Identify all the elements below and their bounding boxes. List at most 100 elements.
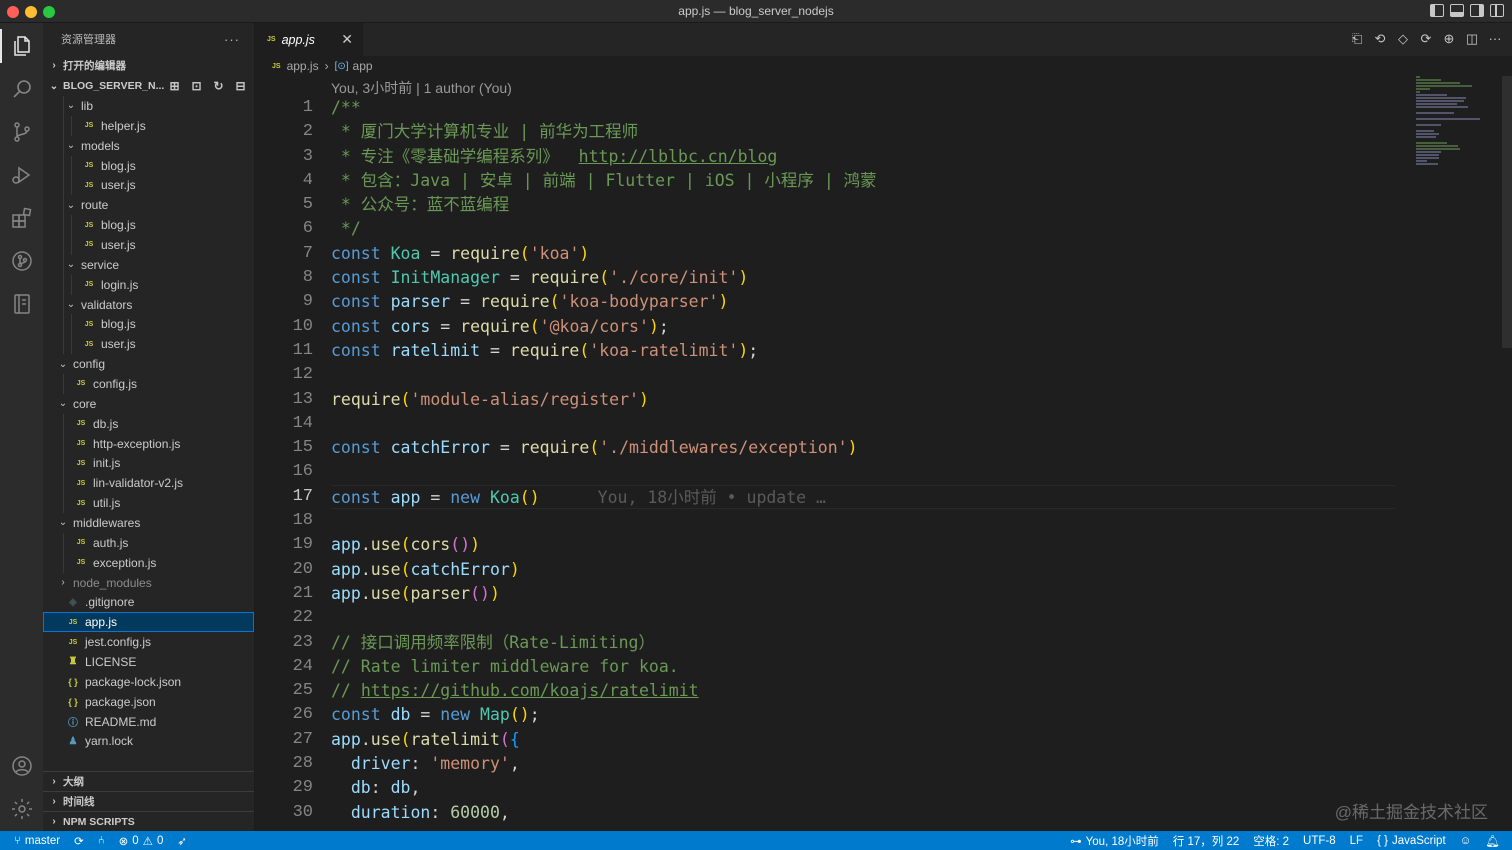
minimap[interactable] bbox=[1416, 76, 1498, 186]
code-line[interactable]: const InitManager = require('./core/init… bbox=[331, 266, 1395, 290]
source-control-icon[interactable] bbox=[0, 111, 43, 153]
tree-file[interactable]: JS init.js bbox=[43, 453, 254, 474]
tree-file[interactable]: JS auth.js bbox=[43, 532, 254, 553]
code-editor[interactable]: You, 3小时前 | 1 author (You) 1 2 3 4 5 6 7 8 9 10 11… bbox=[255, 76, 1512, 831]
tree-file[interactable]: ◈ .gitignore bbox=[43, 592, 254, 612]
tree-file[interactable]: { } package.json bbox=[43, 692, 254, 712]
code-line[interactable]: const Koa = require('koa') bbox=[331, 242, 1395, 266]
live-share-icon[interactable]: ➶ bbox=[177, 834, 187, 848]
tree-file[interactable]: JS blog.js bbox=[43, 215, 254, 236]
code-line[interactable]: duration: 60000, bbox=[331, 801, 1395, 825]
git-graph-icon[interactable]: ⑃ bbox=[98, 835, 105, 847]
code-line[interactable]: */ bbox=[331, 217, 1395, 241]
code-line[interactable] bbox=[331, 363, 1395, 387]
tree-file[interactable]: JS exception.js bbox=[43, 552, 254, 573]
branch-indicator[interactable]: ⑂ master bbox=[14, 835, 60, 847]
code-line[interactable]: require('module-alias/register') bbox=[331, 388, 1395, 412]
previous-change-icon[interactable]: ◇ bbox=[1396, 31, 1410, 47]
code-line[interactable]: const cors = require('@koa/cors'); bbox=[331, 315, 1395, 339]
run-debug-icon[interactable] bbox=[0, 154, 43, 196]
git-history-icon[interactable] bbox=[0, 240, 43, 282]
tree-folder[interactable]: ⌄ config bbox=[43, 354, 254, 374]
notifications-bell-icon[interactable]: 🔔︎ bbox=[1485, 834, 1500, 848]
cursor-position[interactable]: 行 17，列 22 bbox=[1173, 833, 1239, 849]
code-line[interactable]: /** bbox=[331, 96, 1395, 120]
code-line[interactable] bbox=[331, 509, 1395, 533]
toggle-primary-sidebar-icon[interactable] bbox=[1430, 4, 1444, 17]
code-line[interactable]: * 公众号：蓝不蓝编程 bbox=[331, 193, 1395, 217]
go-back-icon[interactable]: ⟲ bbox=[1373, 31, 1387, 47]
tree-file[interactable]: JS config.js bbox=[43, 374, 254, 394]
code-line[interactable]: // Rate limiter middleware for koa. bbox=[331, 655, 1395, 679]
toggle-secondary-sidebar-icon[interactable] bbox=[1470, 4, 1484, 17]
customize-layout-icon[interactable] bbox=[1490, 4, 1504, 17]
codelens-author[interactable]: You, 3小时前 | 1 author (You) bbox=[331, 78, 512, 98]
new-file-icon[interactable]: ⊞ bbox=[167, 79, 182, 93]
outline-section[interactable]: › 大纲 bbox=[43, 771, 254, 791]
code-line[interactable]: * 厦门大学计算机专业 | 前华为工程师 bbox=[331, 120, 1395, 144]
toggle-panel-icon[interactable] bbox=[1450, 4, 1464, 17]
tree-folder[interactable]: ⌄ core bbox=[43, 394, 254, 414]
collapse-all-icon[interactable]: ⊟ bbox=[233, 79, 248, 93]
refresh-icon[interactable]: ↻ bbox=[211, 79, 226, 93]
tree-folder[interactable]: ⌄ service bbox=[43, 254, 254, 275]
open-editors-section[interactable]: › 打开的编辑器 bbox=[43, 55, 254, 75]
tree-file[interactable]: ⓘ README.md bbox=[43, 712, 254, 732]
tree-file[interactable]: JS http-exception.js bbox=[43, 433, 254, 454]
git-lens-icon[interactable]: ⊕ bbox=[1442, 31, 1456, 47]
tree-file[interactable]: JS login.js bbox=[43, 274, 254, 295]
code-line[interactable]: driver: 'memory', bbox=[331, 752, 1395, 776]
explorer-icon[interactable] bbox=[0, 25, 43, 67]
code-line[interactable] bbox=[331, 412, 1395, 436]
code-line[interactable]: const db = new Map(); bbox=[331, 703, 1395, 727]
more-actions-icon[interactable]: ··· bbox=[1488, 31, 1502, 47]
feedback-icon[interactable]: ☺ bbox=[1460, 835, 1472, 847]
tree-file[interactable]: JS user.js bbox=[43, 235, 254, 255]
language-mode[interactable]: { } JavaScript bbox=[1377, 835, 1446, 847]
problems-indicator[interactable]: ⊗ 0 ⚠ 0 bbox=[119, 834, 164, 848]
tree-file[interactable]: ♜ LICENSE bbox=[43, 652, 254, 672]
tree-file[interactable]: JS lin-validator-v2.js bbox=[43, 473, 254, 494]
search-icon[interactable] bbox=[0, 68, 43, 110]
open-changes-icon[interactable]: ⎗ bbox=[1350, 31, 1364, 47]
indentation[interactable]: 空格: 2 bbox=[1253, 833, 1289, 849]
npm-scripts-section[interactable]: › NPM SCRIPTS bbox=[43, 811, 254, 831]
split-editor-icon[interactable]: ◫ bbox=[1465, 31, 1479, 47]
sync-icon[interactable]: ⟳ bbox=[74, 834, 84, 848]
code-line[interactable]: app.use(parser()) bbox=[331, 582, 1395, 606]
tree-file[interactable]: JS user.js bbox=[43, 334, 254, 355]
settings-gear-icon[interactable] bbox=[0, 788, 43, 830]
more-actions-icon[interactable]: ··· bbox=[224, 32, 240, 47]
code-line[interactable]: * 包含：Java | 安卓 | 前端 | Flutter | iOS | 小程… bbox=[331, 169, 1395, 193]
project-section[interactable]: ⌄ BLOG_SERVER_N... ⊞ ⊡ ↻ ⊟ bbox=[43, 76, 254, 96]
close-icon[interactable]: ✕ bbox=[341, 31, 353, 48]
code-line[interactable]: // https://github.com/koajs/ratelimit bbox=[331, 679, 1395, 703]
tree-folder[interactable]: › node_modules bbox=[43, 573, 254, 593]
tree-folder[interactable]: ⌄ route bbox=[43, 195, 254, 216]
code-line[interactable]: const parser = require('koa-bodyparser') bbox=[331, 290, 1395, 314]
code-lines[interactable]: /** * 厦门大学计算机专业 | 前华为工程师 * 专注《零基础学编程系列》 … bbox=[331, 96, 1395, 825]
encoding[interactable]: UTF-8 bbox=[1303, 835, 1336, 847]
next-change-icon[interactable]: ⟳ bbox=[1419, 31, 1433, 47]
end-of-line[interactable]: LF bbox=[1350, 835, 1363, 847]
tree-folder[interactable]: ⌄ lib bbox=[43, 96, 254, 116]
code-line[interactable]: app.use(cors()) bbox=[331, 533, 1395, 557]
tree-file[interactable]: JS util.js bbox=[43, 493, 254, 514]
tree-file[interactable]: JS blog.js bbox=[43, 155, 254, 176]
tree-file[interactable]: JS db.js bbox=[43, 413, 254, 434]
accounts-icon[interactable] bbox=[0, 745, 43, 787]
tree-file[interactable]: JS blog.js bbox=[43, 314, 254, 335]
tree-file[interactable]: { } package-lock.json bbox=[43, 672, 254, 692]
vertical-scrollbar[interactable] bbox=[1502, 76, 1512, 348]
tab-app-js[interactable]: JS app.js ✕ bbox=[255, 23, 363, 56]
remote-explorer-icon[interactable] bbox=[0, 283, 43, 325]
code-line[interactable] bbox=[331, 606, 1395, 630]
code-line[interactable]: const app = new Koa() You, 18小时前 • update… bbox=[331, 484, 1395, 510]
tree-file[interactable]: ♟ yarn.lock bbox=[43, 732, 254, 752]
code-line[interactable]: * 专注《零基础学编程系列》 http://lblbc.cn/blog bbox=[331, 145, 1395, 169]
tree-folder[interactable]: ⌄ models bbox=[43, 135, 254, 156]
code-line[interactable]: const catchError = require('./middleware… bbox=[331, 436, 1395, 460]
tree-file[interactable]: JS helper.js bbox=[43, 115, 254, 136]
timeline-section[interactable]: › 时间线 bbox=[43, 791, 254, 811]
tree-file[interactable]: JS jest.config.js bbox=[43, 632, 254, 652]
